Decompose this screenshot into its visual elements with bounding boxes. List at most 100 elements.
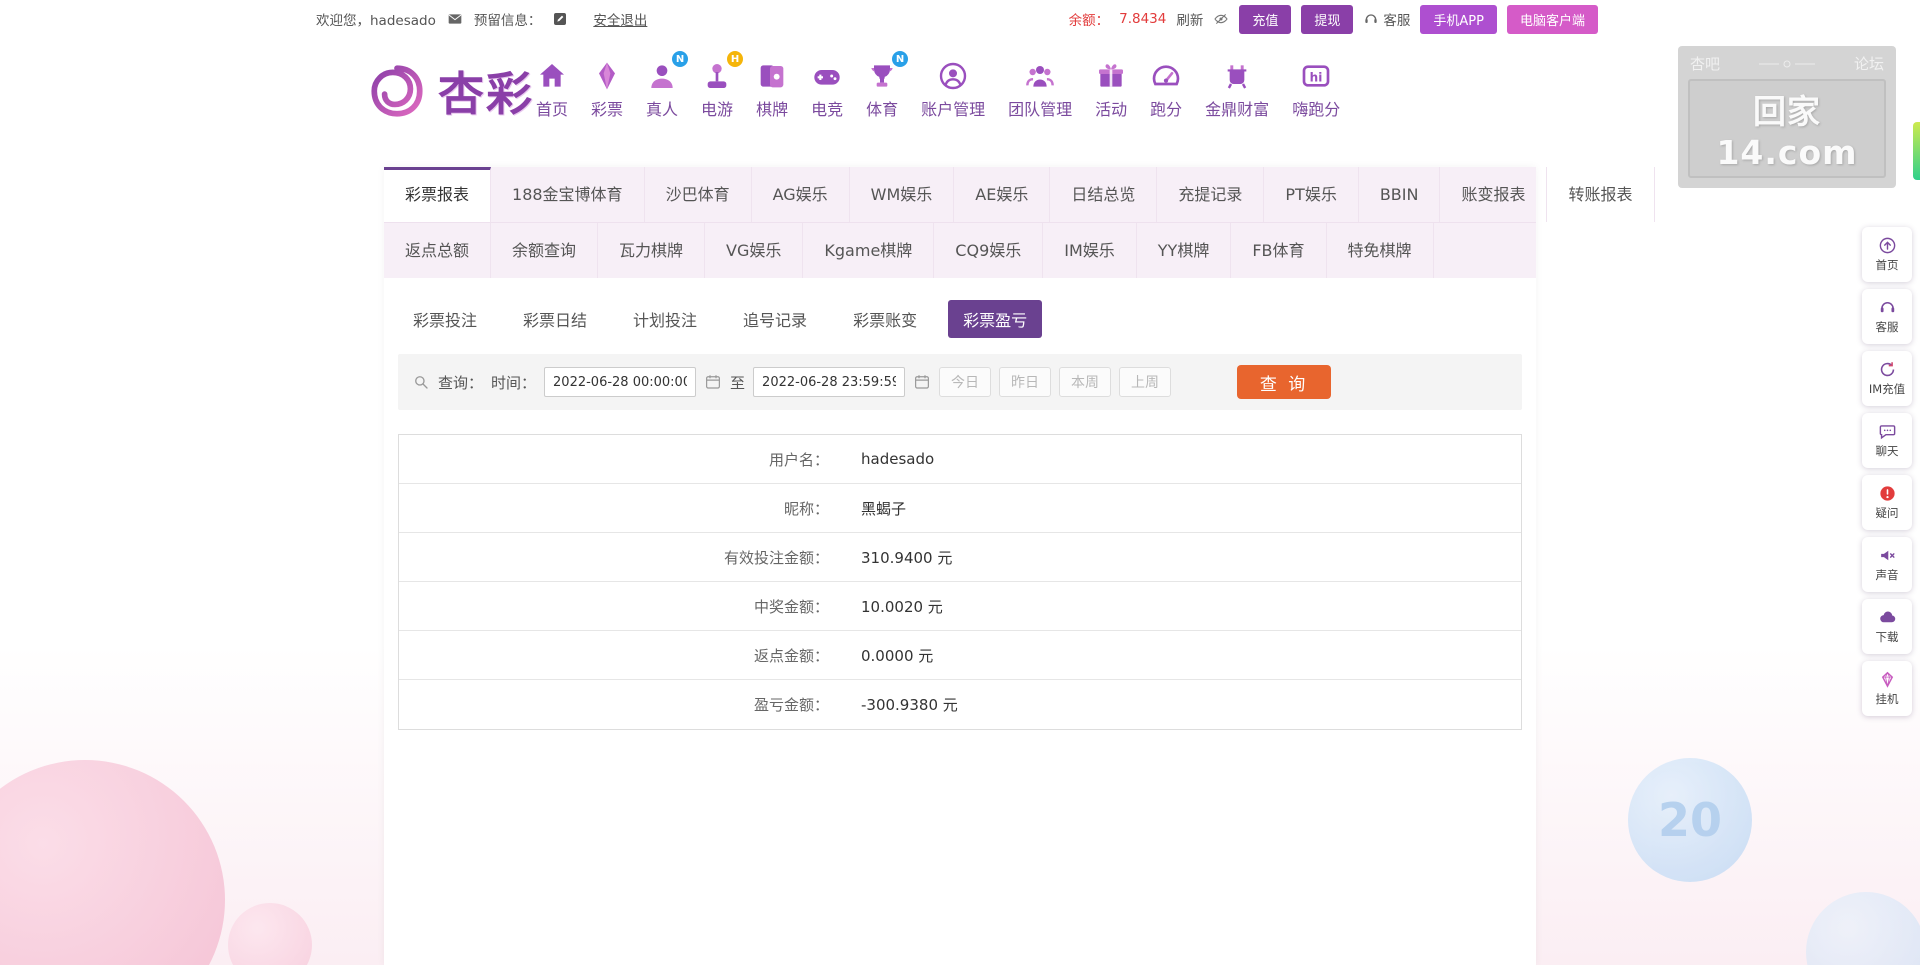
edit-icon[interactable] (552, 11, 568, 27)
back-to-top-icon (1879, 237, 1895, 254)
tab-temian-qipai[interactable]: 特免棋牌 (1327, 223, 1434, 278)
query-submit-button[interactable]: 查 询 (1237, 365, 1332, 399)
mail-icon[interactable] (447, 11, 463, 27)
nav-item-egame[interactable]: H 电游 (701, 51, 744, 120)
row-label: 有效投注金额： (723, 548, 829, 567)
float-home-button[interactable]: 首页 (1862, 227, 1912, 282)
brand-logo[interactable]: 杏彩 (366, 58, 534, 124)
yesterday-button[interactable]: 昨日 (999, 367, 1052, 397)
customer-service-link[interactable]: 客服 (1363, 9, 1410, 29)
tab-zhuanzhang-baobiao[interactable]: 转账报表 (1547, 167, 1655, 222)
row-value: 0.0000 元 (861, 646, 934, 665)
float-chat-button[interactable]: 聊天 (1862, 413, 1912, 468)
calendar-icon[interactable] (913, 373, 931, 391)
tab-yue-chaxun[interactable]: 余额查询 (491, 223, 599, 278)
tab-fb-tiyu[interactable]: FB体育 (1231, 223, 1327, 278)
tab-cq9-yule[interactable]: CQ9娱乐 (934, 223, 1044, 278)
tab-vg-yule[interactable]: VG娱乐 (705, 223, 804, 278)
nav-item-esports[interactable]: 电竞 (811, 54, 843, 120)
tab-wali-qipai[interactable]: 瓦力棋牌 (598, 223, 706, 278)
row-label: 昵称： (783, 499, 829, 518)
tab-wm-yule[interactable]: WM娱乐 (850, 167, 955, 222)
tab-kgame-qipai[interactable]: Kgame棋牌 (803, 223, 935, 278)
calendar-icon[interactable] (704, 373, 722, 391)
float-label: 挂机 (1875, 692, 1899, 706)
float-im-recharge-button[interactable]: IM充值 (1862, 351, 1912, 406)
row-value: 310.9400 元 (861, 548, 953, 567)
live-person-icon (651, 65, 673, 88)
nav-item-lottery[interactable]: 彩票 (591, 54, 623, 120)
tab-fandian-zonge[interactable]: 返点总额 (384, 223, 492, 278)
subtab-caipiao-yingkui[interactable]: 彩票盈亏 (948, 300, 1043, 338)
watermark-left-text: 杏吧 (1690, 55, 1721, 73)
tab-rijie-zonglan[interactable]: 日结总览 (1050, 167, 1158, 222)
tab-caipiao-baobiao[interactable]: 彩票报表 (384, 167, 492, 222)
last-week-button[interactable]: 上周 (1119, 367, 1172, 397)
sound-mute-icon (1880, 550, 1895, 561)
logout-link[interactable]: 安全退出 (593, 9, 647, 29)
nav-item-live[interactable]: N 真人 (646, 51, 689, 120)
nav-item-team-manage[interactable]: 团队管理 (1008, 54, 1072, 120)
float-label: 声音 (1875, 568, 1899, 582)
question-alert-icon (1879, 486, 1895, 501)
tab-bbin[interactable]: BBIN (1359, 167, 1441, 222)
nav-item-paofen[interactable]: 跑分 (1150, 54, 1182, 120)
refresh-balance-link[interactable]: 刷新 (1176, 9, 1203, 29)
subtab-zhuihao-jilu[interactable]: 追号记录 (728, 300, 822, 338)
pc-client-button[interactable]: 电脑客户端 (1506, 4, 1598, 34)
float-download-button[interactable]: 下载 (1862, 599, 1912, 654)
nav-label: 真人 (646, 100, 679, 119)
nav-item-account-manage[interactable]: 账户管理 (921, 54, 985, 120)
flourish-icon (1759, 60, 1815, 67)
paofen-speed-icon (1152, 65, 1180, 86)
start-date-input[interactable] (544, 367, 697, 397)
withdraw-button[interactable]: 提现 (1301, 4, 1354, 34)
tab-chongti-jilu[interactable]: 充提记录 (1157, 167, 1265, 222)
table-row: 返点金额： 0.0000 元 (399, 631, 1521, 680)
today-button[interactable]: 今日 (939, 367, 992, 397)
nav-label: 棋牌 (756, 100, 789, 119)
eye-off-icon[interactable] (1213, 11, 1229, 27)
nav-label: 团队管理 (1008, 100, 1073, 119)
subtab-jihua-touzhu[interactable]: 计划投注 (618, 300, 712, 338)
scroll-indicator[interactable] (1913, 122, 1920, 180)
download-cloud-icon (1879, 611, 1895, 623)
tab-pt-yule[interactable]: PT娱乐 (1264, 167, 1359, 222)
tab-188-jinbaobo[interactable]: 188金宝博体育 (491, 167, 645, 222)
deposit-button[interactable]: 充值 (1239, 4, 1292, 34)
float-hangup-button[interactable]: 挂机 (1862, 661, 1912, 716)
end-date-input[interactable] (753, 367, 906, 397)
subtab-caipiao-zhangbian[interactable]: 彩票账变 (838, 300, 932, 338)
query-label: 查询： (438, 373, 484, 392)
table-row: 用户名： hadesado (399, 435, 1521, 484)
this-week-button[interactable]: 本周 (1059, 367, 1112, 397)
nav-item-hi-paofen[interactable]: hi 嗨跑分 (1292, 54, 1340, 120)
table-row: 有效投注金额： 310.9400 元 (399, 533, 1521, 582)
nav-badge: H (727, 51, 744, 67)
tab-shaba-tiyu[interactable]: 沙巴体育 (645, 167, 752, 222)
hi-paofen-icon: hi (1302, 65, 1330, 87)
float-sound-button[interactable]: 声音 (1862, 537, 1912, 592)
svg-text:hi: hi (1310, 70, 1323, 84)
nav-item-home[interactable]: 首页 (536, 54, 568, 120)
float-question-button[interactable]: 疑问 (1862, 475, 1912, 530)
nav-item-boardgame[interactable]: 棋牌 (756, 54, 788, 120)
nav-item-sports[interactable]: N 体育 (866, 51, 909, 120)
row-label: 盈亏金额： (753, 696, 829, 714)
tab-im-yule[interactable]: IM娱乐 (1043, 223, 1137, 278)
forum-watermark-top: 杏吧 论坛 (1688, 53, 1886, 79)
tab-ae-yule[interactable]: AE娱乐 (954, 167, 1051, 222)
nav-item-wealth[interactable]: 金鼎财富 (1205, 54, 1269, 120)
tab-ag-yule[interactable]: AG娱乐 (752, 167, 850, 222)
tab-yy-qipai[interactable]: YY棋牌 (1137, 223, 1232, 278)
row-label: 返点金额： (753, 646, 829, 665)
mobile-app-button[interactable]: 手机APP (1420, 4, 1497, 34)
hangup-gem-icon (1881, 671, 1893, 688)
nav-label: 电竞 (811, 100, 844, 119)
topbar: 欢迎您，hadesado 预留信息： 安全退出 余额： 7.8434 刷新 充值… (0, 0, 1920, 38)
float-service-button[interactable]: 客服 (1862, 289, 1912, 344)
tab-zhangbian-baobiao[interactable]: 账变报表 (1440, 167, 1548, 222)
subtab-caipiao-touzhu[interactable]: 彩票投注 (398, 300, 492, 338)
subtab-caipiao-rijie[interactable]: 彩票日结 (508, 300, 602, 338)
nav-item-activity[interactable]: 活动 (1095, 54, 1127, 120)
